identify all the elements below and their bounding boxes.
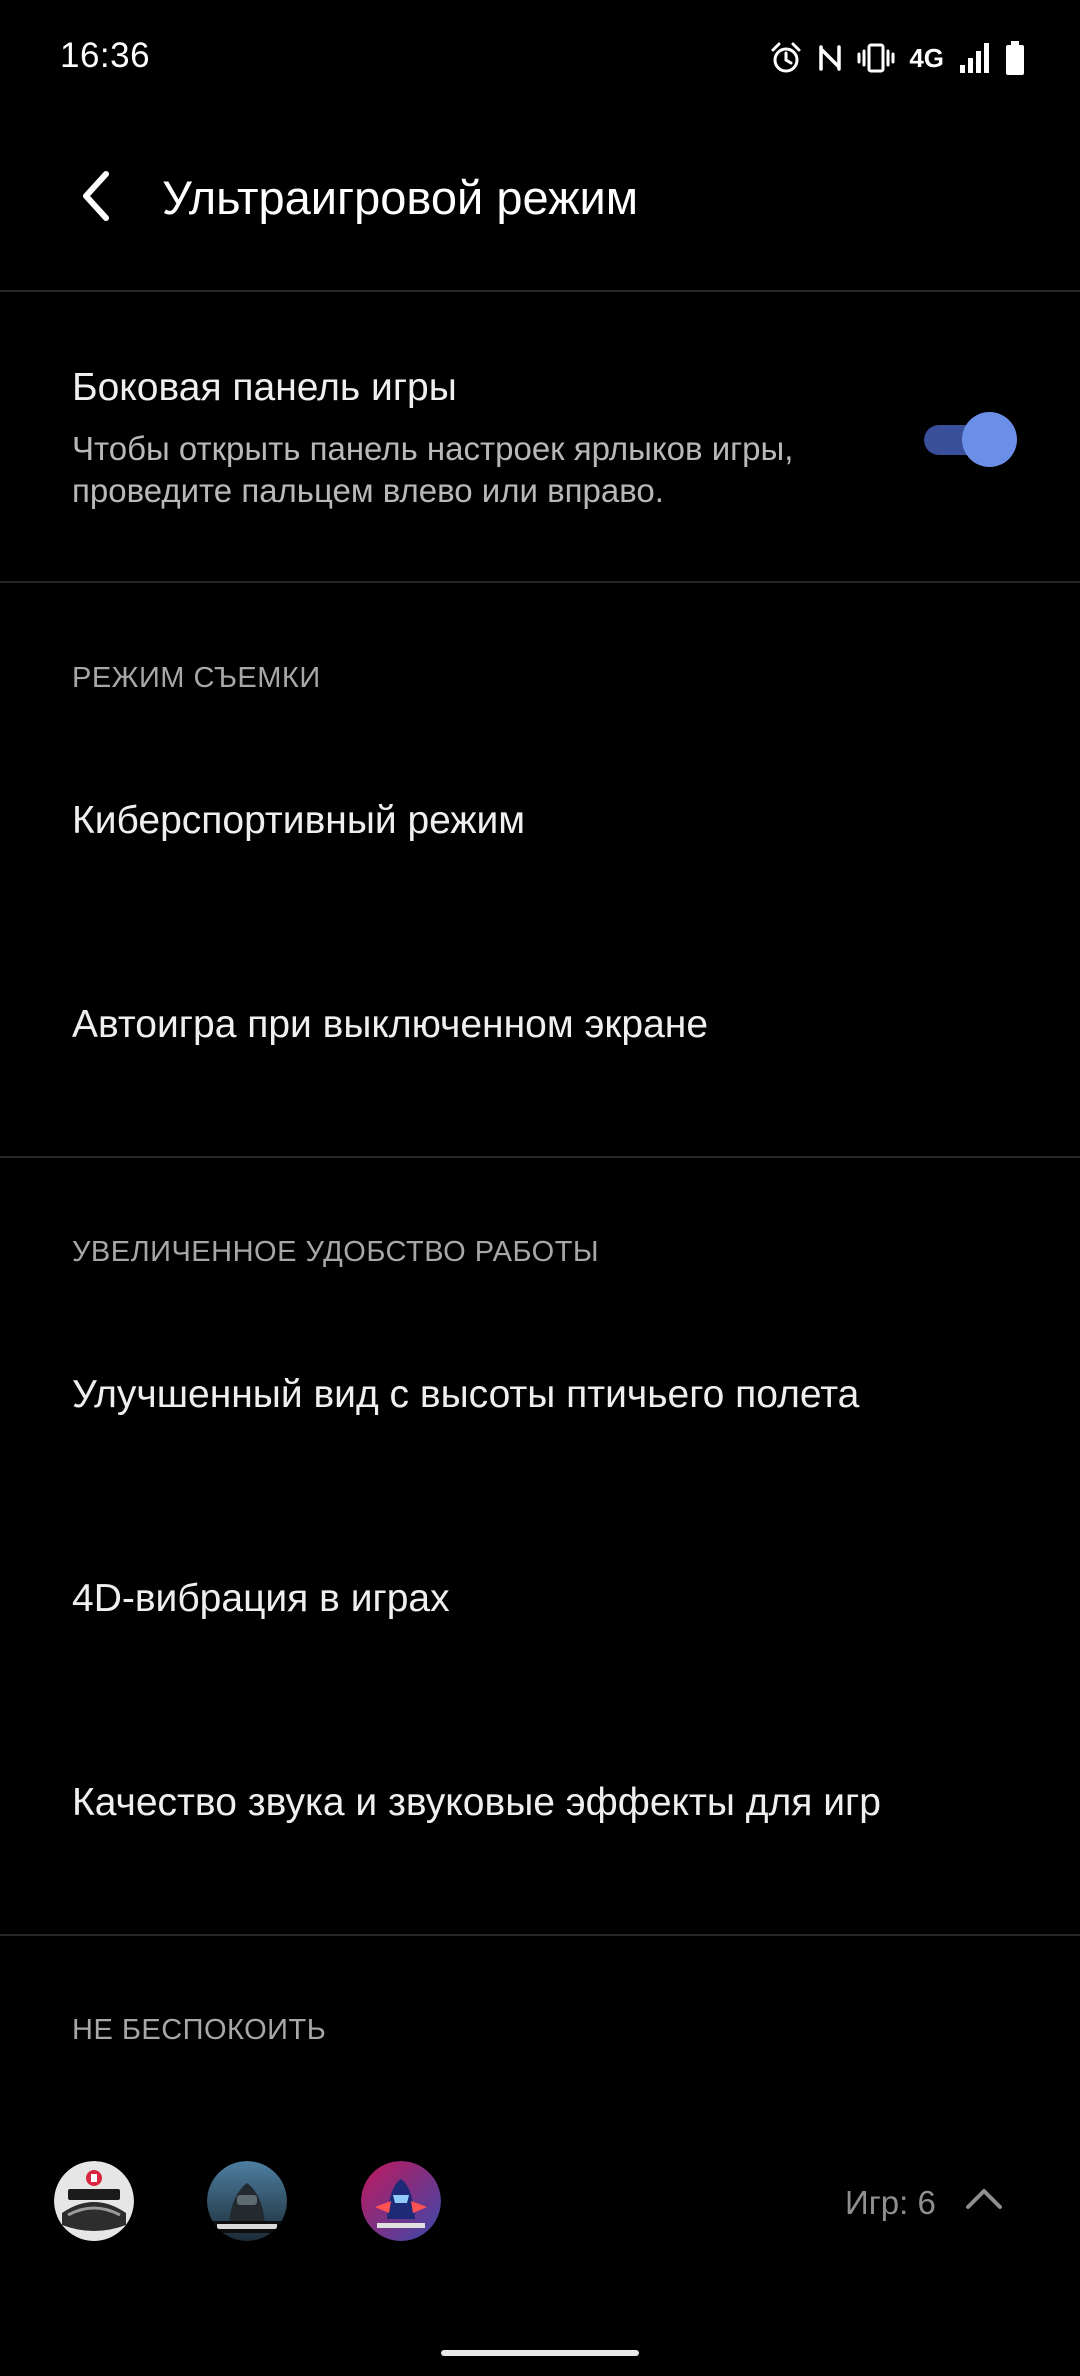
divider (0, 581, 1080, 583)
list-item-auto-play-screen-off[interactable]: Автоигра при выключенном экране (0, 924, 1080, 1128)
nfc-icon (817, 41, 843, 75)
divider (0, 1934, 1080, 1936)
alarm-icon (769, 41, 803, 75)
status-time: 16:36 (60, 36, 151, 75)
home-indicator[interactable] (441, 2350, 639, 2356)
asphalt-game-icon[interactable] (54, 2161, 134, 2241)
list-item-birds-eye-view[interactable]: Улучшенный вид с высоты птичьего полета (0, 1294, 1080, 1498)
list-item-label: Качество звука и звуковые эффекты для иг… (72, 1781, 881, 1824)
chevron-up-icon (964, 2185, 1004, 2216)
toggle-thumb (962, 412, 1017, 467)
back-arrow-icon (76, 170, 116, 227)
list-item-esports-mode[interactable]: Киберспортивный режим (0, 720, 1080, 924)
page-title: Ультраигровой режим (162, 171, 639, 224)
app-header: Ультраигровой режим (0, 118, 1080, 290)
status-bar: 16:36 4G (0, 0, 1080, 118)
game-sidebar-summary: Чтобы открыть панель настроек ярлыков иг… (72, 430, 794, 509)
list-item-label: Киберспортивный режим (72, 799, 526, 842)
divider (0, 1156, 1080, 1158)
battery-icon (1004, 40, 1026, 76)
expand-games-button[interactable] (960, 2176, 1008, 2224)
call-of-duty-game-icon[interactable] (207, 2161, 287, 2241)
signal-icon (958, 41, 990, 75)
games-bar: Игр: 6 (0, 2110, 1080, 2290)
list-item-label: Автоигра при выключенном экране (72, 1003, 709, 1046)
network-type-label: 4G (909, 42, 944, 73)
vibrate-icon (857, 41, 895, 75)
list-item-game-sound-effects[interactable]: Качество звука и звуковые эффекты для иг… (0, 1702, 1080, 1906)
section-header-do-not-disturb: НЕ БЕСПОКОИТЬ (72, 2014, 327, 2046)
back-button[interactable] (60, 162, 132, 234)
list-item-4d-vibration[interactable]: 4D-вибрация в играх (0, 1498, 1080, 1702)
games-count-label: Игр: 6 (845, 2184, 936, 2221)
game-sidebar-title: Боковая панель игры (72, 366, 457, 409)
section-header-capture-mode: РЕЖИМ СЪЕМКИ (72, 662, 321, 694)
list-item-label: Улучшенный вид с высоты птичьего полета (72, 1373, 860, 1416)
list-item-label: 4D-вибрация в играх (72, 1577, 450, 1620)
game-sidebar-toggle[interactable] (920, 409, 1017, 469)
game-sidebar-setting[interactable]: Боковая панель игры Чтобы открыть панель… (0, 292, 1080, 580)
status-icons: 4G (769, 38, 1026, 78)
shadowgun-game-icon[interactable] (361, 2161, 441, 2241)
section-header-enhanced-experience: УВЕЛИЧЕННОЕ УДОБСТВО РАБОТЫ (72, 1236, 600, 1268)
